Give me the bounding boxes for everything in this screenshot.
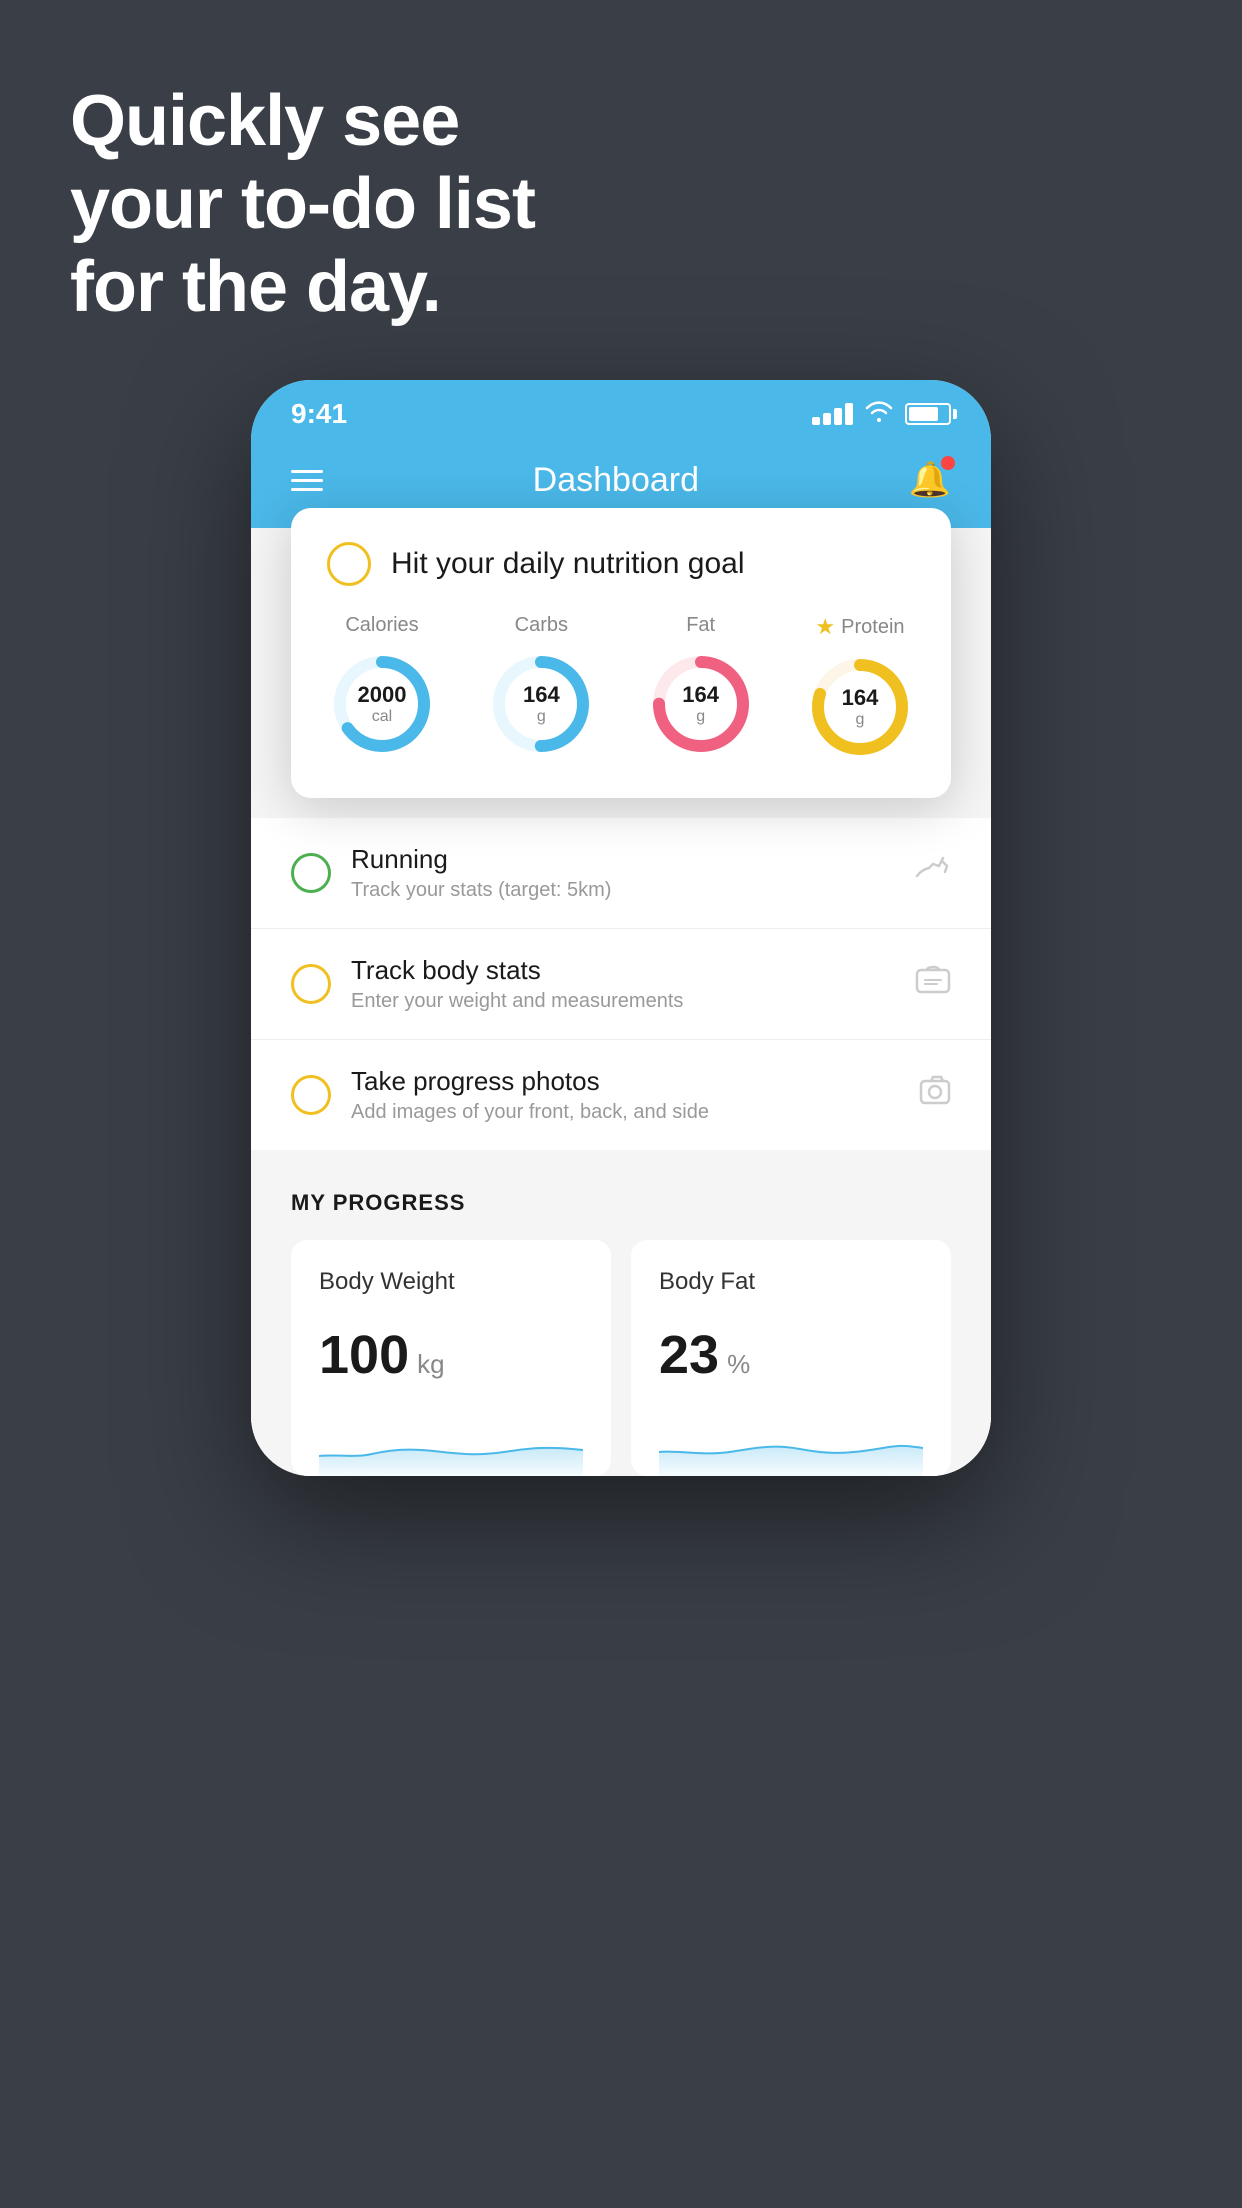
running-sub: Track your stats (target: 5km) xyxy=(351,879,895,902)
header-title: Dashboard xyxy=(533,461,699,500)
calories-label: Calories xyxy=(345,614,418,637)
card-header-row: Hit your daily nutrition goal xyxy=(327,542,915,586)
battery-icon xyxy=(905,403,951,425)
running-title: Running xyxy=(351,844,895,875)
carbs-donut: 164 g xyxy=(486,649,596,759)
nutrition-protein: ★ Protein 164 g xyxy=(805,614,915,762)
signal-icon xyxy=(812,403,853,425)
body-fat-card-title: Body Fat xyxy=(659,1268,923,1296)
nutrition-carbs: Carbs 164 g xyxy=(486,614,596,759)
progress-section: MY PROGRESS Body Weight 100 kg xyxy=(251,1150,991,1476)
photo-icon xyxy=(919,1075,951,1115)
nutrition-card: Hit your daily nutrition goal Calories 2… xyxy=(291,508,951,798)
hamburger-icon[interactable] xyxy=(291,470,323,491)
running-icon xyxy=(915,854,951,892)
star-icon: ★ xyxy=(815,614,835,640)
body-fat-unit: % xyxy=(727,1349,750,1380)
running-text: Running Track your stats (target: 5km) xyxy=(351,844,895,902)
body-fat-chart xyxy=(659,1416,923,1476)
progress-cards: Body Weight 100 kg xyxy=(291,1240,951,1476)
body-fat-value: 23 xyxy=(659,1324,719,1386)
todo-list: Running Track your stats (target: 5km) T… xyxy=(251,818,991,1150)
body-fat-card[interactable]: Body Fat 23 % xyxy=(631,1240,951,1476)
nutrition-fat: Fat 164 g xyxy=(646,614,756,759)
status-icons xyxy=(812,400,951,428)
body-fat-value-row: 23 % xyxy=(659,1324,923,1386)
todo-item-running[interactable]: Running Track your stats (target: 5km) xyxy=(251,818,991,929)
body-stats-title: Track body stats xyxy=(351,955,895,986)
progress-photos-circle xyxy=(291,1075,331,1115)
progress-title: MY PROGRESS xyxy=(291,1190,951,1216)
body-weight-value: 100 xyxy=(319,1324,409,1386)
nutrition-calories: Calories 2000 cal xyxy=(327,614,437,759)
nutrition-grid: Calories 2000 cal Carbs xyxy=(327,614,915,762)
status-bar: 9:41 xyxy=(251,380,991,440)
wifi-icon xyxy=(865,400,893,428)
scale-icon xyxy=(915,964,951,1004)
progress-photos-title: Take progress photos xyxy=(351,1066,899,1097)
nutrition-card-title: Hit your daily nutrition goal xyxy=(391,547,745,581)
progress-photos-text: Take progress photos Add images of your … xyxy=(351,1066,899,1124)
body-weight-card[interactable]: Body Weight 100 kg xyxy=(291,1240,611,1476)
body-weight-card-title: Body Weight xyxy=(319,1268,583,1296)
phone-mockup: 9:41 Da xyxy=(251,380,991,1476)
body-stats-circle xyxy=(291,964,331,1004)
body-weight-value-row: 100 kg xyxy=(319,1324,583,1386)
protein-donut: 164 g xyxy=(805,652,915,762)
body-weight-chart xyxy=(319,1416,583,1476)
notification-dot xyxy=(941,456,955,470)
body-stats-sub: Enter your weight and measurements xyxy=(351,990,895,1013)
protein-label: ★ Protein xyxy=(815,614,904,640)
carbs-label: Carbs xyxy=(515,614,568,637)
progress-photos-sub: Add images of your front, back, and side xyxy=(351,1101,899,1124)
running-circle xyxy=(291,853,331,893)
todo-item-progress-photos[interactable]: Take progress photos Add images of your … xyxy=(251,1040,991,1150)
calories-donut: 2000 cal xyxy=(327,649,437,759)
fat-donut: 164 g xyxy=(646,649,756,759)
bell-icon[interactable]: 🔔 xyxy=(909,460,951,500)
status-time: 9:41 xyxy=(291,398,347,430)
todo-item-body-stats[interactable]: Track body stats Enter your weight and m… xyxy=(251,929,991,1040)
body-stats-text: Track body stats Enter your weight and m… xyxy=(351,955,895,1013)
nutrition-circle xyxy=(327,542,371,586)
app-content: THINGS TO DO TODAY Hit your daily nutrit… xyxy=(251,528,991,1476)
hero-text: Quickly see your to-do list for the day. xyxy=(70,80,535,328)
fat-label: Fat xyxy=(686,614,715,637)
body-weight-unit: kg xyxy=(417,1349,444,1380)
